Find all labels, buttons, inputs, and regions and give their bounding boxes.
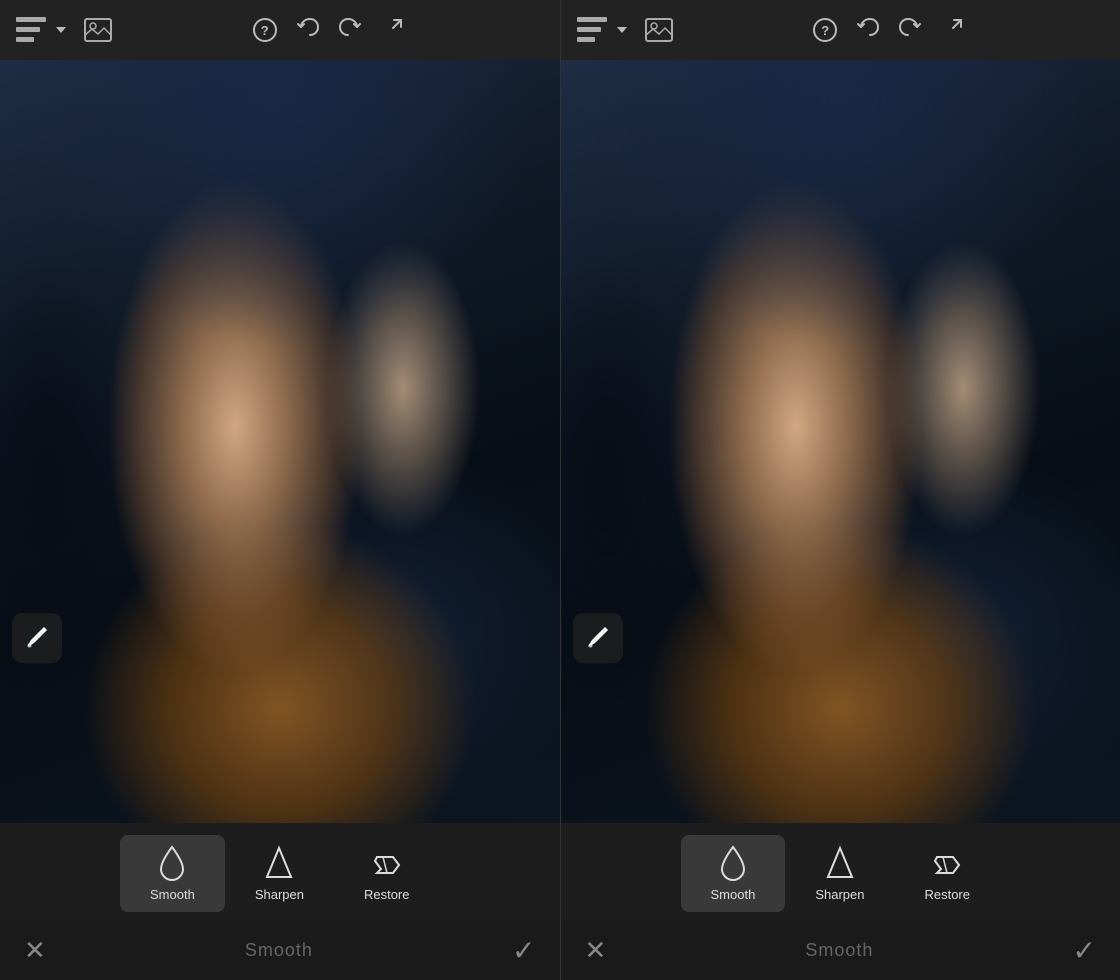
right-layers-caret-icon[interactable] [617,27,627,33]
right-toolbar-left [577,17,673,43]
right-sharpen-triangle-icon [825,845,855,881]
layers-icon[interactable] [16,17,46,43]
right-restore-label: Restore [924,887,970,902]
left-brush-tool-button[interactable] [12,613,62,663]
left-panel: ? [0,0,560,980]
left-toolbar: ? [0,0,560,60]
left-toolbar-center: ? [112,16,544,44]
left-confirm-button[interactable]: ✓ [512,934,535,967]
left-smooth-label: Smooth [150,887,195,902]
left-action-bar: ✕ Smooth ✓ [0,920,560,980]
right-image-area [561,60,1120,823]
right-undo-icon[interactable] [857,16,879,44]
right-layers-icon[interactable] [577,17,607,43]
restore-eraser-icon [371,845,403,881]
brush-icon [24,625,50,651]
right-smooth-label: Smooth [711,887,756,902]
left-smooth-button[interactable]: Smooth [120,835,225,912]
right-action-bar: ✕ Smooth ✓ [561,920,1120,980]
expand-icon[interactable] [381,17,403,44]
layers-caret-icon[interactable] [56,27,66,33]
main-panels-container: ? [0,0,1120,980]
right-expand-icon[interactable] [941,17,963,44]
photo-icon[interactable] [84,18,112,42]
right-redo-icon[interactable] [899,16,921,44]
right-panel: ? [560,0,1120,980]
left-sharpen-button[interactable]: Sharpen [225,835,334,912]
right-help-icon[interactable]: ? [813,18,837,42]
left-restore-label: Restore [364,887,410,902]
left-sharpen-label: Sharpen [255,887,304,902]
left-action-title: Smooth [245,940,313,961]
left-image-area [0,60,560,823]
smooth-drop-icon [157,845,187,881]
help-icon[interactable]: ? [253,18,277,42]
right-confirm-button[interactable]: ✓ [1073,934,1096,967]
right-brush-tool-button[interactable] [573,613,623,663]
right-restore-eraser-icon [931,845,963,881]
right-action-title: Smooth [805,940,873,961]
left-toolbar-left [16,17,112,43]
right-sharpen-label: Sharpen [815,887,864,902]
left-tool-options: Smooth Sharpen Restore [0,823,560,920]
right-tool-options: Smooth Sharpen Restore [561,823,1120,920]
redo-icon[interactable] [339,16,361,44]
right-smooth-drop-icon [718,845,748,881]
right-brush-icon [585,625,611,651]
right-smooth-button[interactable]: Smooth [681,835,786,912]
left-restore-button[interactable]: Restore [334,835,440,912]
right-photo-icon[interactable] [645,18,673,42]
right-restore-button[interactable]: Restore [894,835,1000,912]
sharpen-triangle-icon [264,845,294,881]
right-toolbar: ? [561,0,1120,60]
undo-icon[interactable] [297,16,319,44]
right-photo-canvas [561,60,1120,823]
right-toolbar-center: ? [673,16,1105,44]
left-cancel-button[interactable]: ✕ [24,935,46,966]
right-cancel-button[interactable]: ✕ [585,935,607,966]
right-sharpen-button[interactable]: Sharpen [785,835,894,912]
left-photo-canvas [0,60,560,823]
